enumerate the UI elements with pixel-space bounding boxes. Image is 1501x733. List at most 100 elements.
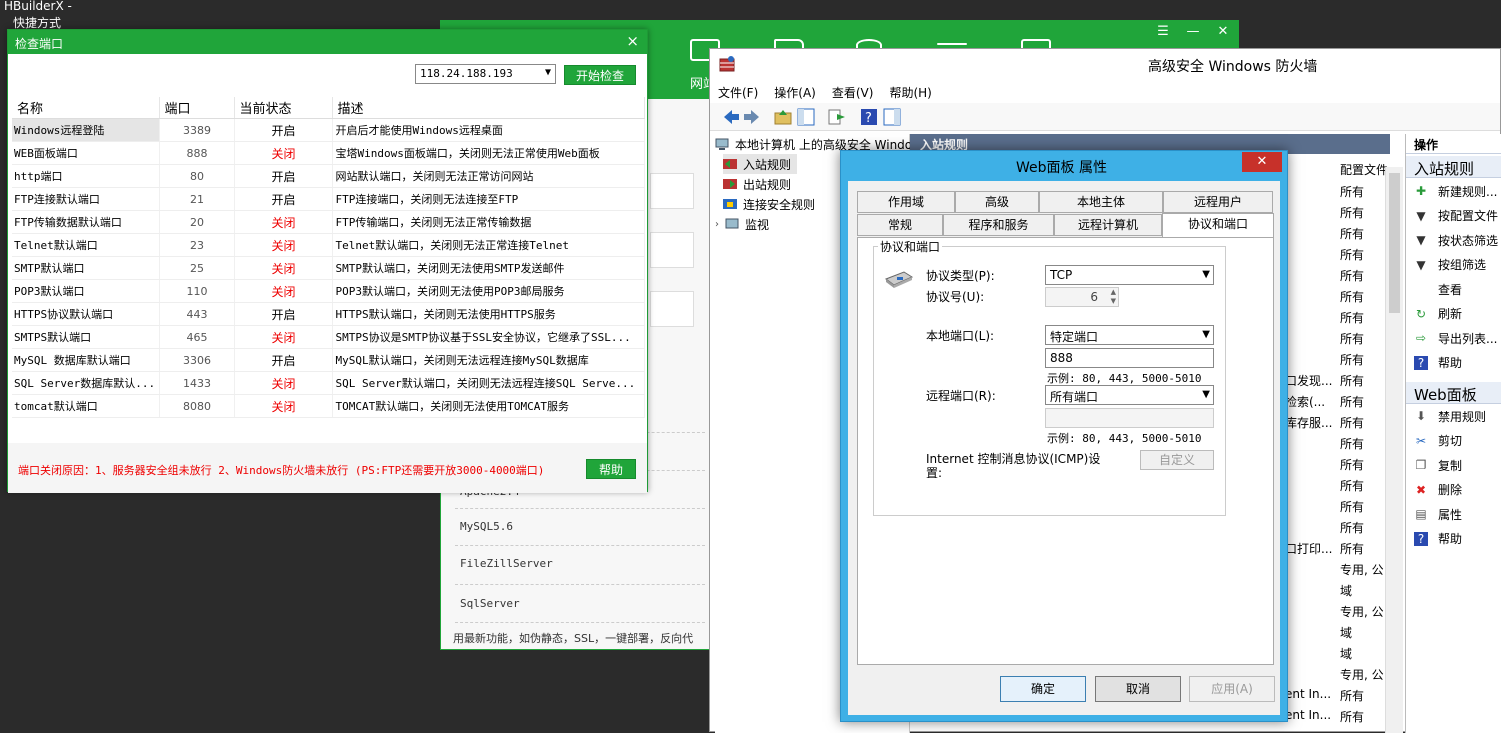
server-ip-select[interactable]: 118.24.188.193 ▼ xyxy=(415,64,556,84)
profile-cell[interactable]: 所有 xyxy=(1340,414,1364,431)
action-inbound-5[interactable]: ↻ 刷新 xyxy=(1414,304,1462,324)
help-button[interactable]: 帮助 xyxy=(586,459,636,479)
scrollbar-thumb[interactable] xyxy=(1389,173,1400,313)
profile-cell[interactable]: 专用, 公 xyxy=(1340,561,1384,578)
tab-advanced[interactable]: 高级 xyxy=(955,191,1039,213)
profile-cell[interactable]: 所有 xyxy=(1340,435,1364,452)
cancel-button[interactable]: 取消 xyxy=(1095,676,1181,702)
menu-help[interactable]: 帮助(H) xyxy=(881,80,939,102)
tab-scope[interactable]: 作用域 xyxy=(857,191,955,213)
profile-cell[interactable]: 专用, 公 xyxy=(1340,666,1384,683)
show-hide-tree-icon[interactable] xyxy=(797,108,815,126)
profile-cell[interactable]: 所有 xyxy=(1340,687,1364,704)
profile-cell[interactable]: 所有 xyxy=(1340,330,1364,347)
profile-cell[interactable]: 所有 xyxy=(1340,267,1364,284)
start-check-button[interactable]: 开始检查 xyxy=(564,65,636,85)
profile-cell[interactable]: 所有 xyxy=(1340,498,1364,515)
table-row[interactable]: SMTP默认端口 25 关闭 SMTP默认端口，关闭则无法使用SMTP发送邮件 xyxy=(12,256,645,280)
profile-cell[interactable]: 专用, 公 xyxy=(1340,603,1384,620)
action-inbound-2[interactable]: ▼ 按状态筛选 xyxy=(1414,230,1498,250)
close-button[interactable]: ✕ xyxy=(1208,21,1238,43)
local-port-input[interactable]: 888 xyxy=(1045,348,1214,368)
action-inbound-1[interactable]: ▼ 按配置文件 xyxy=(1414,206,1498,226)
tree-item-connection-security[interactable]: 连接安全规则 xyxy=(723,194,815,214)
remote-port-select[interactable]: 所有端口 ▼ xyxy=(1045,385,1214,405)
show-action-pane-icon[interactable] xyxy=(883,108,901,126)
tree-item-outbound[interactable]: 出站规则 xyxy=(723,174,791,194)
menu-view[interactable]: 查看(V) xyxy=(824,80,882,102)
action-inbound-7[interactable]: ? 帮助 xyxy=(1414,353,1462,373)
bt-list-item[interactable]: SqlServer xyxy=(460,597,520,610)
vertical-scrollbar[interactable] xyxy=(1385,167,1403,733)
table-row[interactable]: FTP传输数据默认端口 20 关闭 FTP传输端口，关闭则无法正常传输数据 xyxy=(12,210,645,234)
stepper-arrows-icon[interactable]: ▲ ▼ xyxy=(1111,288,1116,306)
up-folder-icon[interactable] xyxy=(774,108,792,126)
table-row[interactable]: FTP连接默认端口 21 开启 FTP连接端口，关闭则无法连接至FTP xyxy=(12,187,645,211)
tab-local-principals[interactable]: 本地主体 xyxy=(1039,191,1163,213)
action-inbound-0[interactable]: ✚ 新建规则... xyxy=(1414,181,1497,201)
profile-cell[interactable]: 域 xyxy=(1340,624,1352,641)
menu-file[interactable]: 文件(F) xyxy=(710,80,766,102)
profile-cell[interactable]: 所有 xyxy=(1340,519,1364,536)
table-row[interactable]: SMTPS默认端口 465 关闭 SMTPS协议是SMTP协议基于SSL安全协议，它继… xyxy=(12,325,645,349)
action-web-0[interactable]: ⬇ 禁用规则 xyxy=(1414,406,1486,426)
profile-cell[interactable]: 所有 xyxy=(1340,309,1364,326)
table-row[interactable]: MySQL 数据库默认端口 3306 开启 MySQL默认端口，关闭则无法远程连接My… xyxy=(12,348,645,372)
action-web-3[interactable]: ✖ 删除 xyxy=(1414,480,1462,500)
close-icon[interactable]: × xyxy=(626,32,639,50)
export-icon[interactable] xyxy=(828,108,846,126)
close-button[interactable]: ✕ xyxy=(1242,152,1282,172)
action-inbound-4[interactable]: 查看 xyxy=(1414,279,1462,299)
profile-cell[interactable]: 所有 xyxy=(1340,246,1364,263)
tree-item-monitor[interactable]: › 监视 xyxy=(715,214,769,234)
action-web-4[interactable]: ▤ 属性 xyxy=(1414,504,1462,524)
profile-cell[interactable]: 域 xyxy=(1340,645,1352,662)
profile-column-header[interactable]: 配置文件 xyxy=(1340,161,1388,178)
minimize-button[interactable]: — xyxy=(1178,21,1208,43)
tab-programs-services[interactable]: 程序和服务 xyxy=(943,214,1054,236)
profile-cell[interactable]: 所有 xyxy=(1340,204,1364,221)
local-port-select[interactable]: 特定端口 ▼ xyxy=(1045,325,1214,345)
profile-cell[interactable]: 所有 xyxy=(1340,708,1364,725)
sliders-icon[interactable] xyxy=(937,43,967,45)
web-section-header[interactable]: Web面板 xyxy=(1406,382,1501,404)
profile-cell[interactable]: 所有 xyxy=(1340,225,1364,242)
apply-button[interactable]: 应用(A) xyxy=(1189,676,1275,702)
chevron-right-icon[interactable]: › xyxy=(715,219,725,230)
profile-cell[interactable]: 所有 xyxy=(1340,372,1364,389)
forward-arrow-icon[interactable] xyxy=(743,108,761,126)
remote-port-input[interactable] xyxy=(1045,408,1214,428)
profile-cell[interactable]: 所有 xyxy=(1340,351,1364,368)
bt-list-item[interactable]: MySQL5.6 xyxy=(460,520,513,533)
table-row[interactable]: SQL Server数据库默认... 1433 关闭 SQL Server默认端口，关… xyxy=(12,371,645,395)
tab-remote-users[interactable]: 远程用户 xyxy=(1163,191,1273,213)
menu-icon[interactable]: ☰ xyxy=(1148,21,1178,43)
profile-cell[interactable]: 所有 xyxy=(1340,477,1364,494)
tab-protocols-ports[interactable]: 协议和端口 xyxy=(1162,213,1274,237)
table-row[interactable]: http端口 80 开启 网站默认端口，关闭则无法正常访问网站 xyxy=(12,164,645,188)
help-icon[interactable]: ? xyxy=(860,108,878,126)
table-row[interactable]: WEB面板端口 888 关闭 宝塔Windows面板端口，关闭则无法正常使用Web面板 xyxy=(12,141,645,165)
tab-general[interactable]: 常规 xyxy=(857,214,943,236)
tree-item-inbound[interactable]: 入站规则 xyxy=(723,154,798,174)
inbound-section-header[interactable]: 入站规则 xyxy=(1406,156,1501,178)
menu-action[interactable]: 操作(A) xyxy=(766,80,824,102)
bt-list-item[interactable]: FileZillServer xyxy=(460,557,553,570)
profile-cell[interactable]: 域 xyxy=(1340,582,1352,599)
back-arrow-icon[interactable] xyxy=(722,108,740,126)
profile-cell[interactable]: 所有 xyxy=(1340,183,1364,200)
table-row[interactable]: HTTPS协议默认端口 443 开启 HTTPS默认端口，关闭则无法使用HTTPS服务 xyxy=(12,302,645,326)
protocol-number-stepper[interactable]: 6 ▲ ▼ xyxy=(1045,287,1119,307)
profile-cell[interactable]: 所有 xyxy=(1340,288,1364,305)
table-row[interactable]: tomcat默认端口 8080 关闭 TOMCAT默认端口，关闭则无法使用TOMCAT… xyxy=(12,394,645,418)
action-web-5[interactable]: ? 帮助 xyxy=(1414,529,1462,549)
table-row[interactable]: POP3默认端口 110 关闭 POP3默认端口，关闭则无法使用POP3邮局服务 xyxy=(12,279,645,303)
action-web-2[interactable]: ❐ 复制 xyxy=(1414,455,1462,475)
ok-button[interactable]: 确定 xyxy=(1000,676,1086,702)
profile-cell[interactable]: 所有 xyxy=(1340,540,1364,557)
profile-cell[interactable]: 所有 xyxy=(1340,393,1364,410)
action-web-1[interactable]: ✂ 剪切 xyxy=(1414,431,1462,451)
table-row[interactable]: Windows远程登陆 3389 开启 开启后才能使用Windows远程桌面 xyxy=(12,118,645,142)
action-inbound-3[interactable]: ▼ 按组筛选 xyxy=(1414,255,1486,275)
customize-button[interactable]: 自定义 xyxy=(1140,450,1214,470)
